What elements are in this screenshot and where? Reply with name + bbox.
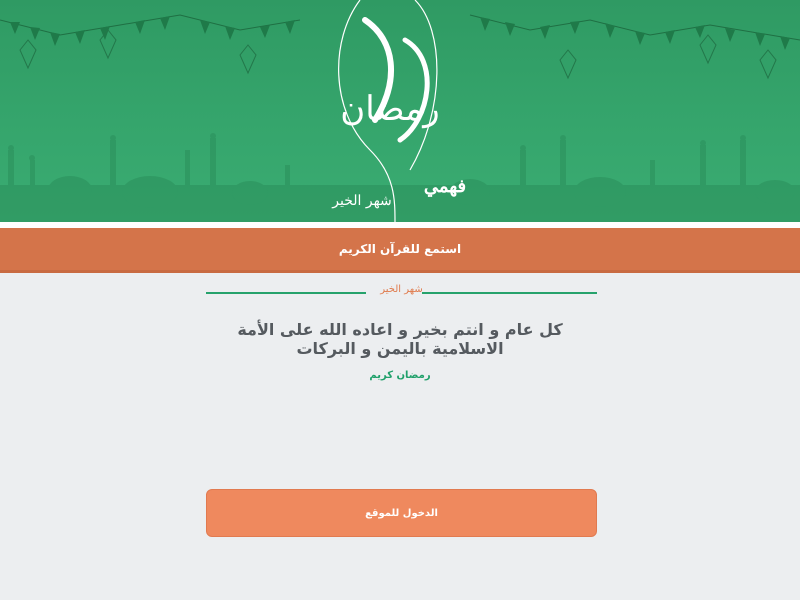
ramadan-kareem-text: رمضان كريم [369,370,431,381]
listen-quran-label: استمع للقرآن الكريم [338,242,462,256]
section-title: شهر الخير [380,284,423,295]
logo-main-text: رمضان [340,89,439,129]
ramadan-banner: رمضان شهر الخير فهمي [0,0,800,222]
enter-site-button[interactable]: الدخول للموقع [206,489,597,537]
lantern-decorations [19,29,777,80]
mosque-skyline [0,133,800,222]
logo-brand-text: فهمي [424,176,466,197]
listen-quran-link[interactable]: استمع للقرآن الكريم [0,228,800,273]
greeting-heading: كل عام و انتم بخير و اعاده الله على الأم… [237,320,563,358]
bunting-right [469,14,800,50]
section-header: شهر الخير [206,284,597,302]
bunting-left [0,14,301,46]
logo-sub-text: شهر الخير [331,193,392,209]
enter-site-label: الدخول للموقع [365,507,438,519]
banner-artwork: رمضان شهر الخير فهمي [0,0,800,222]
